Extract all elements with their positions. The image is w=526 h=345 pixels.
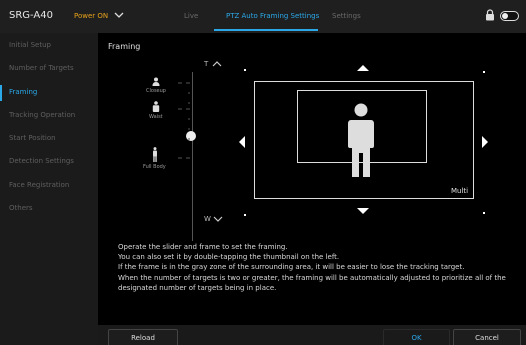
preset-waist-label: Waist: [149, 114, 163, 120]
instructions: Operate the slider and frame to set the …: [118, 242, 518, 293]
slider-tele-label: T: [204, 60, 209, 68]
pan-up-arrow-icon[interactable]: [357, 65, 369, 71]
sidebar-item-label: Detection Settings: [9, 157, 74, 165]
corner-dot: [244, 214, 246, 216]
corner-dot: [483, 71, 485, 73]
sidebar: Initial Setup Number of Targets Framing …: [0, 33, 98, 345]
sidebar-item-label: Face Registration: [9, 181, 70, 189]
sidebar-item-others[interactable]: Others: [0, 199, 98, 219]
lock-toggle[interactable]: [500, 11, 519, 21]
lock-icon[interactable]: [485, 9, 495, 21]
sidebar-item-number-of-targets[interactable]: Number of Targets: [0, 59, 98, 79]
pan-left-arrow-icon[interactable]: [239, 136, 245, 148]
pan-down-arrow-icon[interactable]: [357, 208, 369, 214]
sidebar-item-tracking-operation[interactable]: Tracking Operation: [0, 106, 98, 126]
active-tab-indicator: [214, 29, 318, 31]
toggle-knob: [502, 13, 508, 19]
sidebar-item-label: Start Position: [9, 134, 56, 142]
person-waist-icon[interactable]: [152, 101, 160, 112]
sidebar-item-start-position[interactable]: Start Position: [0, 129, 98, 149]
sidebar-item-label: Others: [9, 204, 33, 212]
sidebar-item-initial-setup[interactable]: Initial Setup: [0, 36, 98, 56]
person-silhouette-icon: [348, 103, 374, 177]
top-bar: SRG-A40 Power ON Live PTZ Auto Framing S…: [0, 0, 526, 33]
preset-fullbody-label: Full Body: [143, 164, 166, 170]
instruction-line: When the number of targets is two or gre…: [118, 273, 506, 282]
sidebar-item-face-registration[interactable]: Face Registration: [0, 176, 98, 196]
chevron-up-icon[interactable]: [212, 60, 222, 68]
corner-dot: [483, 212, 485, 214]
instruction-line: If the frame is in the gray zone of the …: [118, 263, 465, 272]
slider-ticks: [178, 82, 190, 159]
sidebar-item-label: Initial Setup: [9, 41, 51, 49]
main-panel: Framing T Closeup Waist Full Body W Mult…: [98, 33, 526, 345]
pan-right-arrow-icon[interactable]: [482, 136, 488, 148]
cancel-button[interactable]: Cancel: [453, 329, 521, 345]
instruction-line: designated number of targets being in pl…: [118, 283, 277, 292]
sidebar-item-detection-settings[interactable]: Detection Settings: [0, 152, 98, 172]
person-closeup-icon[interactable]: [152, 77, 160, 86]
sidebar-item-framing[interactable]: Framing: [0, 83, 98, 103]
power-status[interactable]: Power ON: [74, 12, 108, 20]
instruction-line: Operate the slider and frame to set the …: [118, 243, 288, 251]
chevron-down-icon[interactable]: [113, 9, 125, 21]
reload-button[interactable]: Reload: [108, 329, 178, 345]
tab-ptz-auto-framing-settings[interactable]: PTZ Auto Framing Settings: [226, 12, 319, 20]
corner-dot: [244, 69, 246, 71]
chevron-down-icon[interactable]: [213, 215, 223, 223]
sidebar-item-label: Framing: [9, 88, 38, 96]
ok-button[interactable]: OK: [383, 329, 450, 345]
instruction-line: You can also set it by double-tapping th…: [118, 253, 340, 262]
sidebar-item-label: Number of Targets: [9, 64, 74, 72]
mode-label: Multi: [451, 187, 469, 195]
preset-closeup-label: Closeup: [146, 88, 166, 94]
tab-settings[interactable]: Settings: [332, 12, 361, 20]
model-name: SRG-A40: [9, 10, 53, 21]
slider-wide-label: W: [204, 215, 211, 223]
sidebar-item-label: Tracking Operation: [9, 111, 76, 119]
page-title: Framing: [108, 42, 141, 51]
slider-track[interactable]: [192, 72, 193, 241]
person-fullbody-icon[interactable]: [152, 147, 158, 162]
tab-live[interactable]: Live: [184, 12, 198, 20]
